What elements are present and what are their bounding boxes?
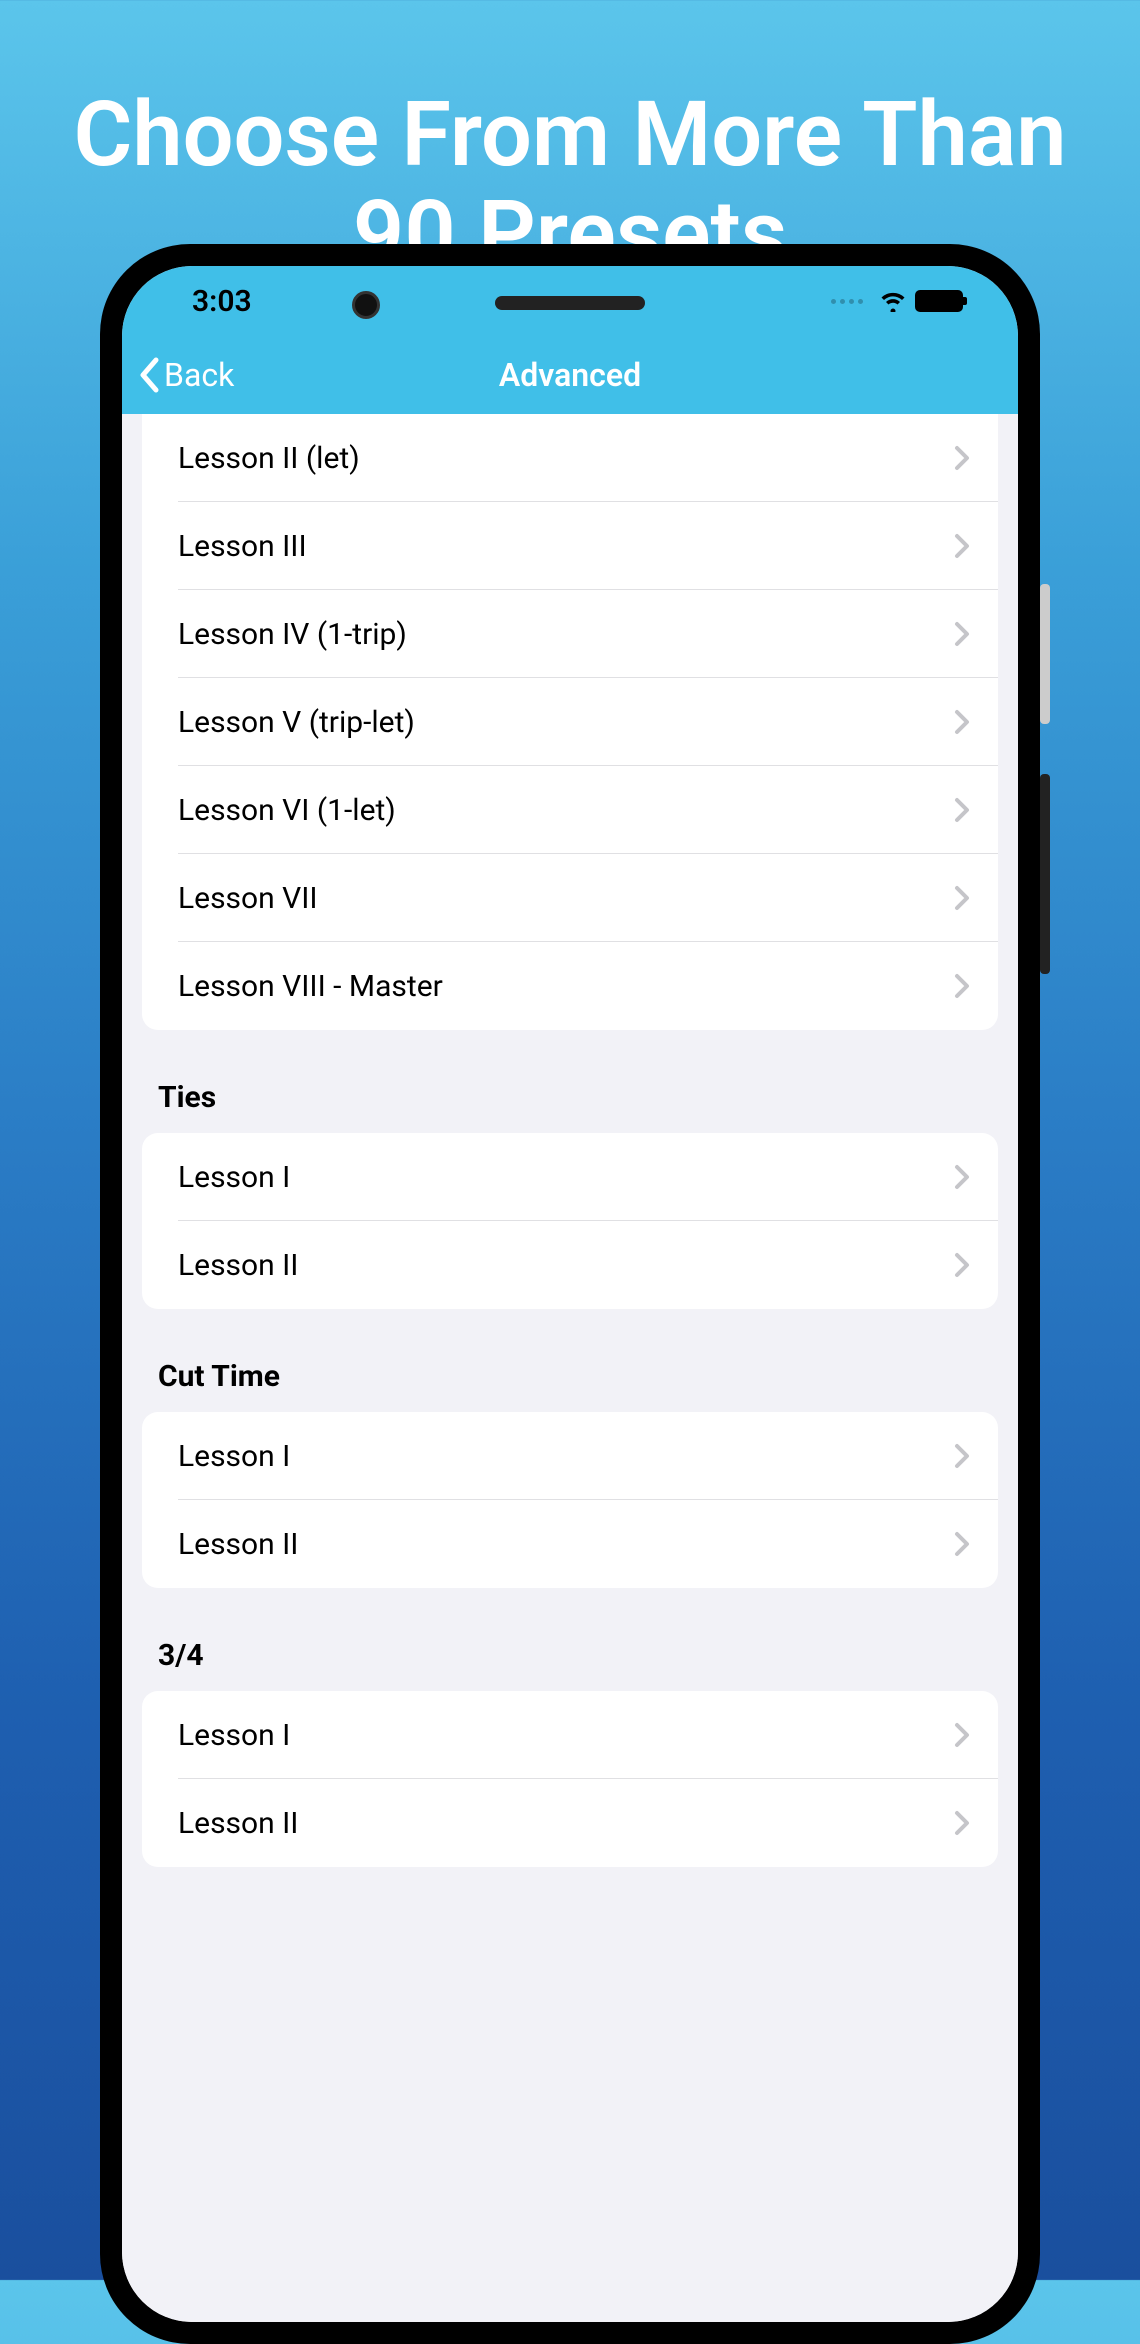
promo-title: Choose From More Than 90 Presets <box>0 0 1140 283</box>
chevron-right-icon <box>954 1722 970 1748</box>
status-bar: 3:03 <box>122 266 1018 336</box>
list-item[interactable]: Lesson II <box>142 1779 998 1867</box>
list-item-label: Lesson III <box>178 529 307 564</box>
back-button[interactable]: Back <box>122 356 234 394</box>
chevron-right-icon <box>954 1531 970 1557</box>
list-item[interactable]: Lesson II (let) <box>142 414 998 502</box>
section-header: 3/4 <box>122 1588 1018 1691</box>
list-item-label: Lesson II <box>178 1527 298 1562</box>
chevron-right-icon <box>954 797 970 823</box>
section-group: Lesson I Lesson II <box>142 1133 998 1309</box>
section-group: Lesson II (let) Lesson III Lesson IV (1-tr… <box>142 414 998 1030</box>
chevron-right-icon <box>954 621 970 647</box>
list-item[interactable]: Lesson VIII - Master <box>142 942 998 1030</box>
section-group: Lesson I Lesson II <box>142 1691 998 1867</box>
chevron-right-icon <box>954 1810 970 1836</box>
status-time: 3:03 <box>192 284 252 319</box>
phone-power-button <box>1040 584 1050 724</box>
list-item[interactable]: Lesson II <box>142 1500 998 1588</box>
list-item-label: Lesson V (trip-let) <box>178 705 415 740</box>
chevron-right-icon <box>954 1252 970 1278</box>
wifi-icon <box>879 290 907 312</box>
section-header: Ties <box>122 1030 1018 1133</box>
back-label: Back <box>164 356 234 394</box>
list-item-label: Lesson II <box>178 1248 298 1283</box>
content-scroll[interactable]: Lesson II (let) Lesson III Lesson IV (1-tr… <box>122 414 1018 2322</box>
chevron-right-icon <box>954 1164 970 1190</box>
battery-icon <box>915 290 963 312</box>
list-item-label: Lesson II <box>178 1806 298 1841</box>
list-item-label: Lesson VIII - Master <box>178 969 443 1004</box>
list-item-label: Lesson IV (1-trip) <box>178 617 407 652</box>
list-item[interactable]: Lesson I <box>142 1691 998 1779</box>
chevron-right-icon <box>954 1443 970 1469</box>
list-item[interactable]: Lesson IV (1-trip) <box>142 590 998 678</box>
list-item[interactable]: Lesson I <box>142 1133 998 1221</box>
list-item[interactable]: Lesson VI (1-let) <box>142 766 998 854</box>
list-item[interactable]: Lesson VII <box>142 854 998 942</box>
list-item[interactable]: Lesson II <box>142 1221 998 1309</box>
list-item[interactable]: Lesson I <box>142 1412 998 1500</box>
chevron-right-icon <box>954 709 970 735</box>
phone-screen: 3:03 Back Advanced Lesson II (let)Lesson <box>122 266 1018 2322</box>
chevron-right-icon <box>954 445 970 471</box>
phone-frame: 3:03 Back Advanced Lesson II (let)Lesson <box>100 244 1040 2344</box>
page-title: Advanced <box>499 356 641 394</box>
list-item-label: Lesson VI (1-let) <box>178 793 396 828</box>
list-item-label: Lesson I <box>178 1160 290 1195</box>
chevron-right-icon <box>954 973 970 999</box>
section-group: Lesson I Lesson II <box>142 1412 998 1588</box>
list-item[interactable]: Lesson III <box>142 502 998 590</box>
list-item-label: Lesson I <box>178 1718 290 1753</box>
chevron-right-icon <box>954 533 970 559</box>
nav-bar: Back Advanced <box>122 336 1018 414</box>
section-header: Cut Time <box>122 1309 1018 1412</box>
list-item-label: Lesson VII <box>178 881 318 916</box>
list-item-label: Lesson I <box>178 1439 290 1474</box>
chevron-left-icon <box>138 357 160 393</box>
status-icons <box>831 290 963 312</box>
phone-volume-button <box>1040 774 1050 974</box>
list-item[interactable]: Lesson V (trip-let) <box>142 678 998 766</box>
chevron-right-icon <box>954 885 970 911</box>
cellular-dots-icon <box>831 299 863 304</box>
list-item-label: Lesson II (let) <box>178 441 360 476</box>
